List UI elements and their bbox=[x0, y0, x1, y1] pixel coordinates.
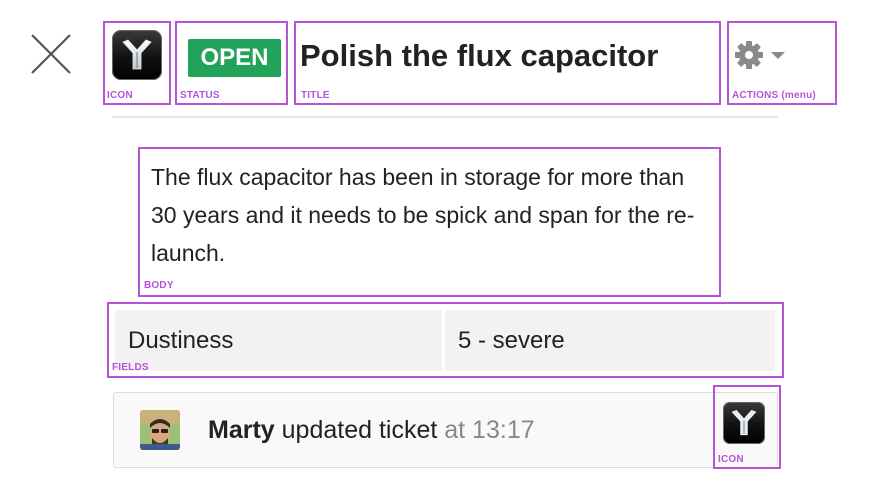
caret-down-icon bbox=[771, 52, 785, 59]
actions-menu-button[interactable] bbox=[733, 40, 789, 72]
ticket-title: Polish the flux capacitor bbox=[300, 38, 659, 73]
activity-timestamp: at 13:17 bbox=[444, 416, 535, 444]
close-button[interactable] bbox=[30, 33, 72, 75]
annotation-label-status: STATUS bbox=[180, 90, 220, 101]
annotation-label-icon: ICON bbox=[107, 90, 133, 101]
header-divider bbox=[112, 116, 778, 118]
activity-actor[interactable]: Marty bbox=[208, 416, 275, 444]
annotation-label-fields: FIELDS bbox=[112, 362, 149, 373]
ticket-body: The flux capacitor has been in storage f… bbox=[151, 164, 695, 266]
field-value: 5 - severe bbox=[445, 310, 775, 371]
activity-action: updated ticket bbox=[281, 416, 438, 444]
annotation-label-icon-2: ICON bbox=[718, 454, 744, 465]
gear-icon bbox=[735, 41, 763, 69]
annotation-label-actions: ACTIONS (menu) bbox=[732, 90, 816, 101]
flux-capacitor-icon bbox=[723, 402, 765, 444]
status-badge: OPEN bbox=[188, 39, 281, 77]
annotation-label-body: BODY bbox=[144, 280, 174, 291]
activity-text: Marty updated ticket at 13:17 bbox=[208, 416, 535, 445]
field-name: Dustiness bbox=[115, 310, 442, 371]
annotation-label-title: TITLE bbox=[301, 90, 330, 101]
user-avatar bbox=[140, 410, 180, 450]
flux-capacitor-icon bbox=[112, 30, 162, 80]
close-icon[interactable] bbox=[30, 33, 72, 75]
